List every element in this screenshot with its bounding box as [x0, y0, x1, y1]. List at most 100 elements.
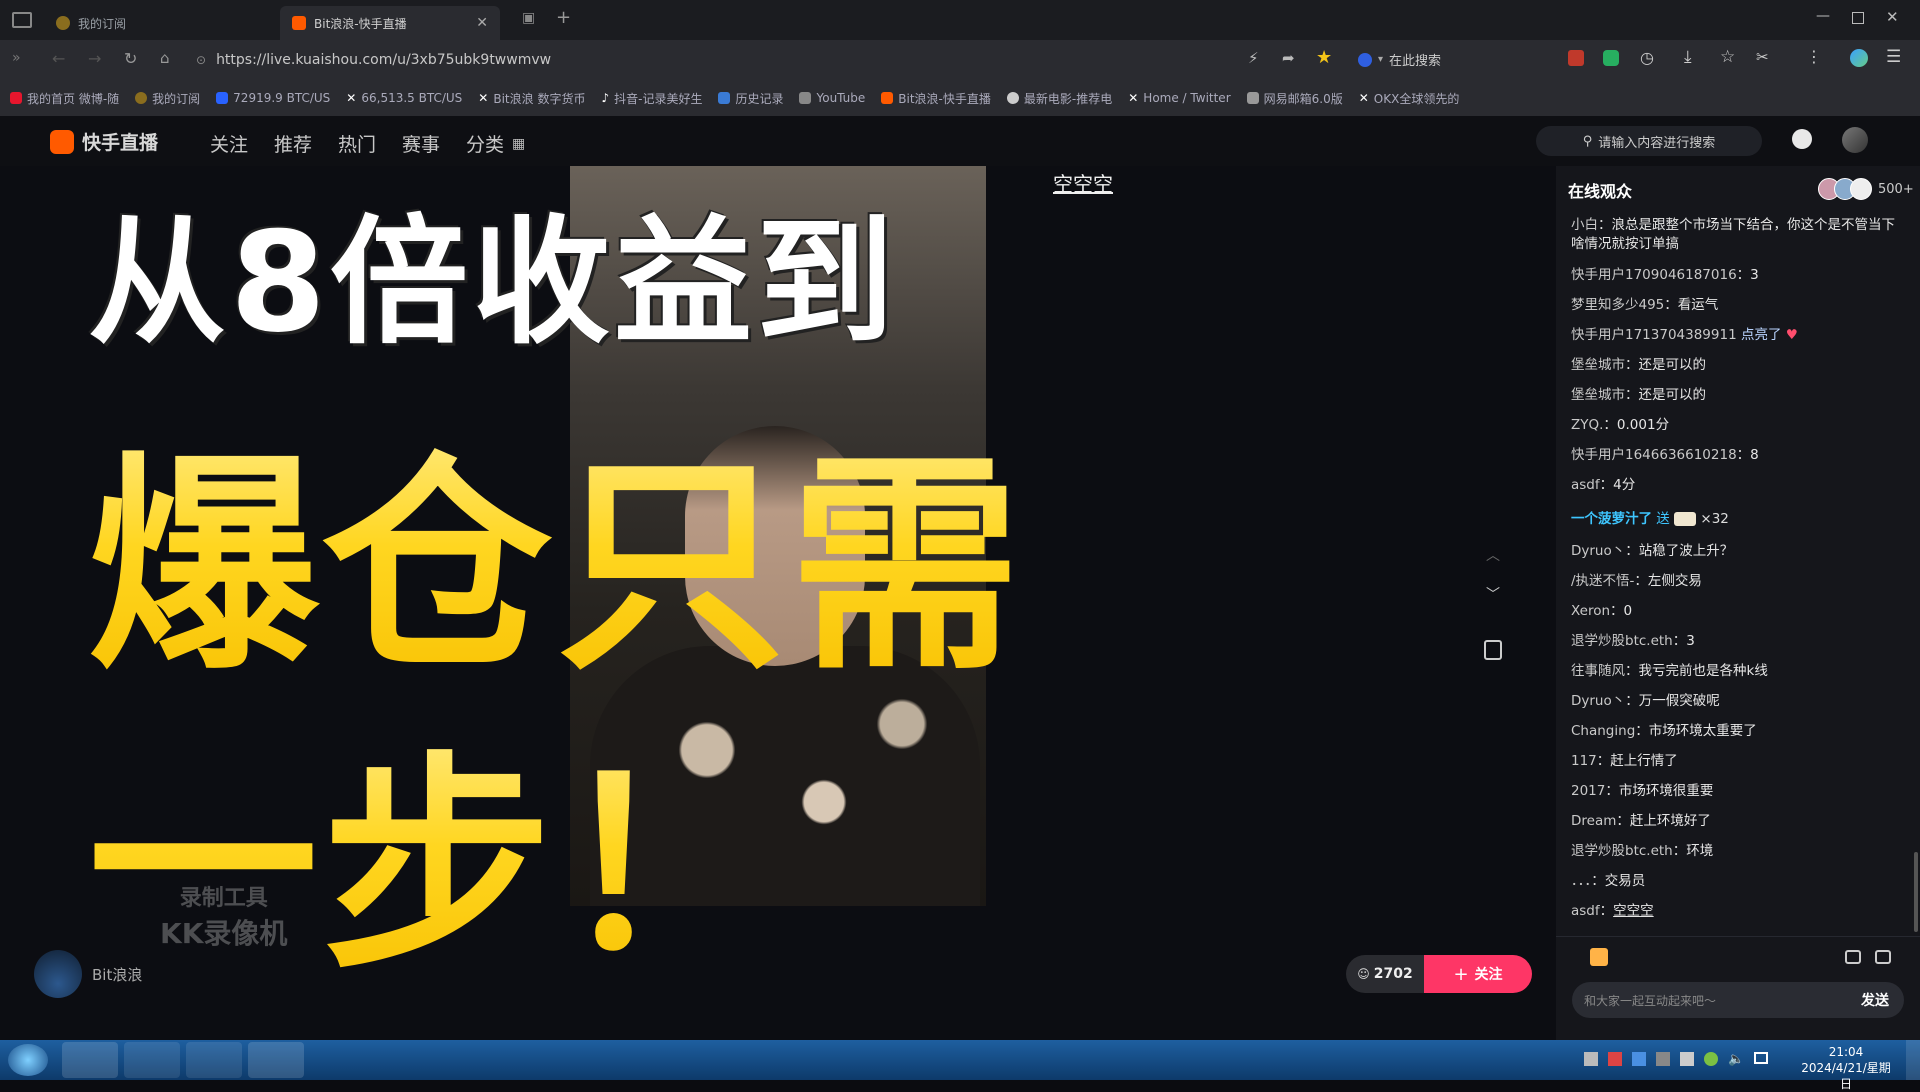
start-button[interactable]: [8, 1044, 48, 1076]
tab-label: 我的订阅: [78, 16, 127, 31]
chat-title: 在线观众: [1568, 182, 1633, 201]
taskbar-app-recorder[interactable]: [248, 1042, 304, 1078]
overlay-headline-line1: 从8倍收益到: [88, 202, 899, 363]
bookmark-item[interactable]: 我的首页 微博-随: [10, 90, 119, 107]
tray-icon[interactable]: [1704, 1052, 1718, 1066]
scroll-down-icon[interactable]: ﹀: [1486, 584, 1500, 604]
chat-message: 小白：浪总是跟整个市场当下结合，你这个是不管当下啥情况就按订单搞: [1571, 217, 1895, 252]
tab-favicon: [292, 16, 306, 30]
bookmark-item[interactable]: ✕ 66,513.5 BTC/US: [346, 91, 462, 105]
share-icon[interactable]: ➦: [1282, 49, 1295, 67]
streamer-info[interactable]: Bit浪浪: [34, 950, 142, 998]
send-button[interactable]: 发送: [1846, 982, 1904, 1018]
menu-dots-icon[interactable]: ⋮: [1806, 47, 1822, 66]
settings-panel-icon[interactable]: [1875, 950, 1891, 964]
bookmark-item[interactable]: 历史记录: [718, 90, 783, 107]
playlist-icon[interactable]: [1484, 640, 1502, 660]
tab-subscriptions[interactable]: 我的订阅: [44, 6, 274, 40]
recorder-watermark: 录制工具 KK录像机: [160, 880, 287, 952]
nav-follow[interactable]: 关注: [210, 130, 248, 157]
tray-icon[interactable]: [1680, 1052, 1694, 1066]
watermark-line2: KK录像机: [160, 917, 288, 950]
clock-history-icon[interactable]: [1792, 129, 1812, 149]
subscription-icon: [135, 92, 148, 104]
favorites-icon[interactable]: ☆: [1720, 47, 1735, 67]
search-box[interactable]: ⚲ 请输入内容进行搜索: [1536, 126, 1762, 156]
network-icon[interactable]: [1754, 1052, 1769, 1064]
chat-message: Xeron：0: [1571, 603, 1633, 619]
expand-sidebar-icon[interactable]: »: [12, 50, 21, 66]
bookmark-item[interactable]: 72919.9 BTC/US: [216, 91, 330, 105]
page-info-icon[interactable]: ⊙: [196, 53, 206, 67]
bookmark-item[interactable]: ♪ 抖音-记录美好生: [601, 90, 702, 107]
chat-message: 往事随风：我亏完前也是各种k线: [1571, 663, 1768, 679]
user-avatar[interactable]: [1842, 127, 1868, 153]
forward-icon[interactable]: →: [88, 49, 101, 68]
nav-recommend[interactable]: 推荐: [274, 130, 312, 157]
taskbar-app-chrome[interactable]: [124, 1042, 180, 1078]
chat-input[interactable]: 和大家一起互动起来吧～: [1572, 982, 1846, 1018]
tab-manager-icon[interactable]: ▣: [522, 10, 535, 26]
tray-icon[interactable]: [1584, 1052, 1598, 1066]
streamer-avatar: [34, 950, 82, 998]
history-icon[interactable]: ◷: [1640, 48, 1654, 67]
chat-message: 快手用户1713704389911 点亮了 ♥: [1571, 327, 1798, 343]
tab-kuaishou-live[interactable]: Bit浪浪-快手直播 ✕: [280, 6, 500, 40]
audience-avatars[interactable]: 500+: [1818, 178, 1914, 200]
sidebar-toggle-icon[interactable]: [12, 12, 32, 28]
viewer-count-badge: ☺ 2702: [1346, 955, 1424, 993]
plus-icon: +: [1453, 963, 1469, 985]
bookmark-item[interactable]: Bit浪浪-快手直播: [881, 90, 991, 107]
reload-icon[interactable]: ↻: [124, 49, 137, 68]
gift-box-icon[interactable]: [1590, 948, 1608, 966]
chat-scrollbar[interactable]: [1914, 852, 1918, 932]
bookmark-item[interactable]: ✕ OKX全球领先的: [1359, 90, 1460, 107]
bookmark-item[interactable]: YouTube: [799, 91, 865, 105]
home-icon[interactable]: ⌂: [160, 49, 170, 67]
bookmark-item[interactable]: ✕ Bit浪浪 数字货币: [478, 90, 585, 107]
bookmark-item[interactable]: 网易邮箱6.0版: [1246, 90, 1343, 107]
back-icon[interactable]: ←: [52, 49, 65, 68]
scroll-up-icon[interactable]: ︿: [1486, 545, 1500, 565]
minimize-icon[interactable]: —: [1816, 8, 1830, 24]
url-input[interactable]: ⊙ https://live.kuaishou.com/u/3xb75ubk9t…: [196, 48, 1236, 72]
mail-icon: [1246, 92, 1259, 104]
bookmark-item[interactable]: 我的订阅: [135, 90, 200, 107]
nav-category[interactable]: 分类 ▦: [466, 130, 525, 157]
profile-avatar[interactable]: [1850, 49, 1868, 67]
extension-red-icon[interactable]: [1568, 50, 1584, 66]
tray-icon[interactable]: [1632, 1052, 1646, 1066]
tray-icon[interactable]: [1608, 1052, 1622, 1066]
kuaishou-icon: [881, 92, 894, 104]
nav-events[interactable]: 赛事: [402, 130, 440, 157]
show-desktop-button[interactable]: [1906, 1040, 1920, 1080]
calendar-icon: [718, 92, 731, 104]
taskbar-app-browser[interactable]: [62, 1042, 118, 1078]
follow-button[interactable]: + 关注: [1424, 955, 1532, 993]
bookmark-item[interactable]: 最新电影-推荐电: [1006, 90, 1112, 107]
grid-icon: ▦: [512, 135, 526, 152]
bookmark-star-icon[interactable]: ★: [1316, 47, 1332, 68]
extension-green-icon[interactable]: [1603, 50, 1619, 66]
gift-panel-icon[interactable]: [1845, 950, 1861, 964]
close-tab-icon[interactable]: ✕: [476, 15, 488, 31]
close-window-icon[interactable]: ✕: [1886, 8, 1899, 26]
chat-divider: [1556, 936, 1920, 937]
download-icon[interactable]: ⤓: [1684, 47, 1692, 67]
nav-hot[interactable]: 热门: [338, 130, 376, 157]
x-icon: ✕: [1128, 91, 1139, 105]
tray-icon[interactable]: [1656, 1052, 1670, 1066]
site-logo[interactable]: 快手直播: [50, 128, 158, 155]
taskbar-app-mail[interactable]: [186, 1042, 242, 1078]
hamburger-menu-icon[interactable]: ☰: [1886, 47, 1901, 67]
search-engine-selector[interactable]: ▾ 在此搜索: [1358, 50, 1441, 69]
chat-message: Dream：赶上环境好了: [1571, 813, 1711, 829]
new-tab-icon[interactable]: +: [556, 7, 571, 28]
restore-icon[interactable]: [1852, 12, 1864, 24]
lightning-icon[interactable]: ⚡: [1248, 49, 1259, 67]
screenshot-icon[interactable]: ✂: [1756, 48, 1769, 66]
volume-icon[interactable]: 🔈: [1728, 1052, 1744, 1067]
taskbar-clock[interactable]: 21:04 2024/4/21/星期日: [1796, 1044, 1896, 1092]
top-caption: 空空空: [1053, 172, 1113, 196]
bookmark-item[interactable]: ✕ Home / Twitter: [1128, 91, 1230, 105]
